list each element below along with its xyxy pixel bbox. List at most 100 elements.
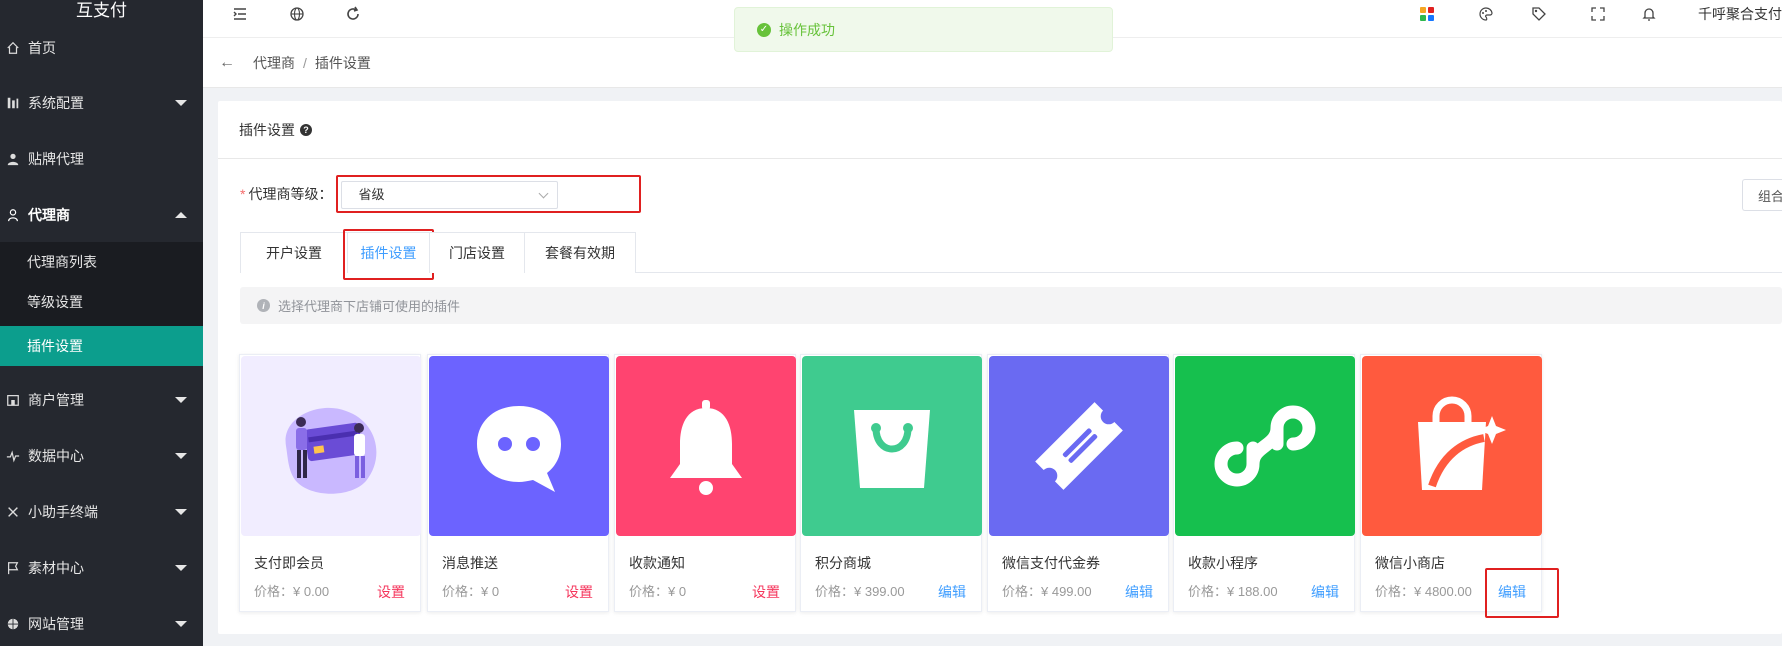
toast-message: 操作成功 (779, 21, 835, 38)
sidebar-item-material-center[interactable]: 素材中心 (0, 540, 203, 596)
page-title: 插件设置 (239, 121, 295, 138)
sidebar-item-label: 首页 (28, 40, 56, 56)
agent-level-value: 省级 (358, 187, 385, 202)
sidebar-item-label: 贴牌代理 (28, 151, 84, 167)
language-icon[interactable] (287, 4, 307, 24)
check-circle-icon: ✓ (757, 22, 771, 37)
combo-button[interactable]: 组合 (1742, 179, 1782, 211)
menu-fold-icon[interactable] (230, 4, 250, 24)
sidebar-item-label: 素材中心 (28, 560, 84, 576)
sidebar-item-label: 网站管理 (28, 616, 84, 632)
tab-label: 门店设置 (449, 245, 505, 261)
points-mall-thumb (802, 356, 982, 536)
sidebar-subitem-agent-list[interactable]: 代理商列表 (0, 242, 203, 282)
home-icon (4, 39, 22, 57)
sidebar-subitem-plugin-settings[interactable]: 插件设置 (0, 326, 203, 366)
tab-account-settings[interactable]: 开户设置 (240, 232, 348, 273)
shop-bag-sparkle-icon (1418, 396, 1506, 490)
sidebar-item-home[interactable]: 首页 (0, 20, 203, 76)
plugin-card-pay-member[interactable]: 支付即会员 价格：¥ 0.00 设置 (239, 354, 421, 612)
plugin-card-wechat-coupon[interactable]: 微信支付代金券 价格：¥ 499.00 编辑 (987, 354, 1169, 612)
sidebar-item-label: 数据中心 (28, 448, 84, 464)
tag-icon[interactable] (1529, 4, 1549, 24)
wechat-coupon-thumb (989, 356, 1169, 536)
shopping-bag-icon (854, 410, 930, 488)
agent-level-label-text: 代理商等级： (248, 186, 333, 202)
plugin-edit-button[interactable]: 编辑 (1125, 582, 1153, 602)
mini-program-icon (1214, 405, 1316, 487)
plugin-card-points-mall[interactable]: 积分商城 价格：¥ 399.00 编辑 (800, 354, 982, 612)
plugin-price: 价格：¥ 0.00 (254, 584, 330, 599)
sidebar-item-assistant-terminal[interactable]: 小助手终端 (0, 484, 203, 540)
bell-icon[interactable] (1639, 4, 1659, 24)
tab-store-settings[interactable]: 门店设置 (429, 232, 525, 273)
plugin-name: 微信小商店 (1375, 555, 1445, 571)
pay-member-illustration (241, 356, 421, 536)
agent-submenu: 代理商列表 等级设置 插件设置 (0, 242, 203, 366)
fullscreen-icon[interactable] (1588, 4, 1608, 24)
plugin-card-wechat-mini-shop[interactable]: 微信小商店 价格：¥ 4800.00 编辑 (1360, 354, 1559, 618)
subitem-label: 等级设置 (27, 294, 83, 310)
plugin-set-button[interactable]: 设置 (565, 582, 593, 602)
agent-level-highlight: 省级 (336, 175, 642, 213)
plugin-name: 消息推送 (442, 555, 498, 571)
sidebar-item-label: 代理商 (28, 207, 70, 223)
chevron-down-icon (175, 621, 187, 627)
info-icon: i (257, 299, 270, 312)
sidebar-item-website[interactable]: 网站管理 (0, 596, 203, 646)
chevron-down-icon (539, 188, 549, 199)
plugin-card-mini-program[interactable]: 收款小程序 价格：¥ 188.00 编辑 (1173, 354, 1355, 612)
chevron-down-icon (175, 397, 187, 403)
shop-icon (4, 391, 22, 409)
chat-bubble-icon (477, 406, 561, 492)
subitem-label: 代理商列表 (27, 254, 97, 270)
agent-level-select[interactable]: 省级 (341, 181, 559, 209)
refresh-icon[interactable] (343, 4, 363, 24)
sidebar-item-agent[interactable]: 代理商 (0, 187, 203, 243)
user-icon (4, 150, 22, 168)
success-toast: ✓ 操作成功 (734, 7, 1113, 52)
plugin-edit-button[interactable]: 编辑 (938, 582, 966, 602)
tab-plugin-settings[interactable]: 插件设置 (343, 229, 434, 280)
plugin-card-message-push[interactable]: 消息推送 价格：¥ 0 设置 (427, 354, 609, 612)
tab-label: 开户设置 (266, 245, 322, 261)
settings-icon (4, 94, 22, 112)
plugin-card-payment-notice[interactable]: 收款通知 价格：¥ 0 设置 (614, 354, 796, 612)
sidebar-subitem-level-settings[interactable]: 等级设置 (0, 282, 203, 322)
plugin-set-button[interactable]: 设置 (377, 582, 405, 602)
help-icon[interactable]: ? (300, 123, 312, 136)
plugin-name: 收款通知 (629, 555, 685, 571)
sidebar-item-data-center[interactable]: 数据中心 (0, 428, 203, 484)
theme-palette-icon[interactable] (1476, 4, 1496, 24)
info-tip-text: 选择代理商下店铺可使用的插件 (278, 299, 461, 314)
agent-level-row: * 代理商等级： 省级 (240, 174, 642, 214)
apps-icon[interactable] (1417, 4, 1437, 24)
sidebar-item-label: 商户管理 (28, 392, 84, 408)
card-title: 插件设置 ? (218, 101, 1782, 159)
plugin-price: 价格：¥ 499.00 (1002, 584, 1092, 599)
chevron-down-icon (175, 453, 187, 459)
breadcrumb-parent[interactable]: 代理商 (253, 53, 295, 73)
sidebar-item-merchant[interactable]: 商户管理 (0, 372, 203, 428)
plugin-price: 价格：¥ 0 (442, 584, 500, 599)
username[interactable]: 千呼聚合支付 (1698, 4, 1782, 24)
subitem-label: 插件设置 (27, 338, 83, 354)
mini-program-thumb (1175, 356, 1355, 536)
sidebar-item-system-config[interactable]: 系统配置 (0, 75, 203, 131)
mini-shop-thumb (1362, 356, 1542, 536)
plugin-edit-button[interactable]: 编辑 (1311, 582, 1339, 602)
plugin-edit-button[interactable]: 编辑 (1485, 568, 1559, 618)
plugin-price: 价格：¥ 0 (629, 584, 687, 599)
flag-icon (4, 559, 22, 577)
sidebar-item-oem-agent[interactable]: 贴牌代理 (0, 131, 203, 187)
plugin-price: 价格：¥ 188.00 (1188, 584, 1278, 599)
back-arrow-icon[interactable]: ← (219, 54, 235, 72)
sidebar: 互支付 首页 系统配置 贴牌代理 代理商 代理商列表 等级设置 插件设置 商户管… (0, 0, 203, 646)
tab-package-validity[interactable]: 套餐有效期 (524, 232, 636, 273)
sidebar-item-label: 系统配置 (28, 95, 84, 111)
plugin-set-button[interactable]: 设置 (752, 582, 780, 602)
payment-notice-thumb (616, 356, 796, 536)
chevron-down-icon (175, 509, 187, 515)
plugin-price: 价格：¥ 4800.00 (1375, 584, 1472, 599)
plugin-name: 支付即会员 (254, 555, 324, 571)
